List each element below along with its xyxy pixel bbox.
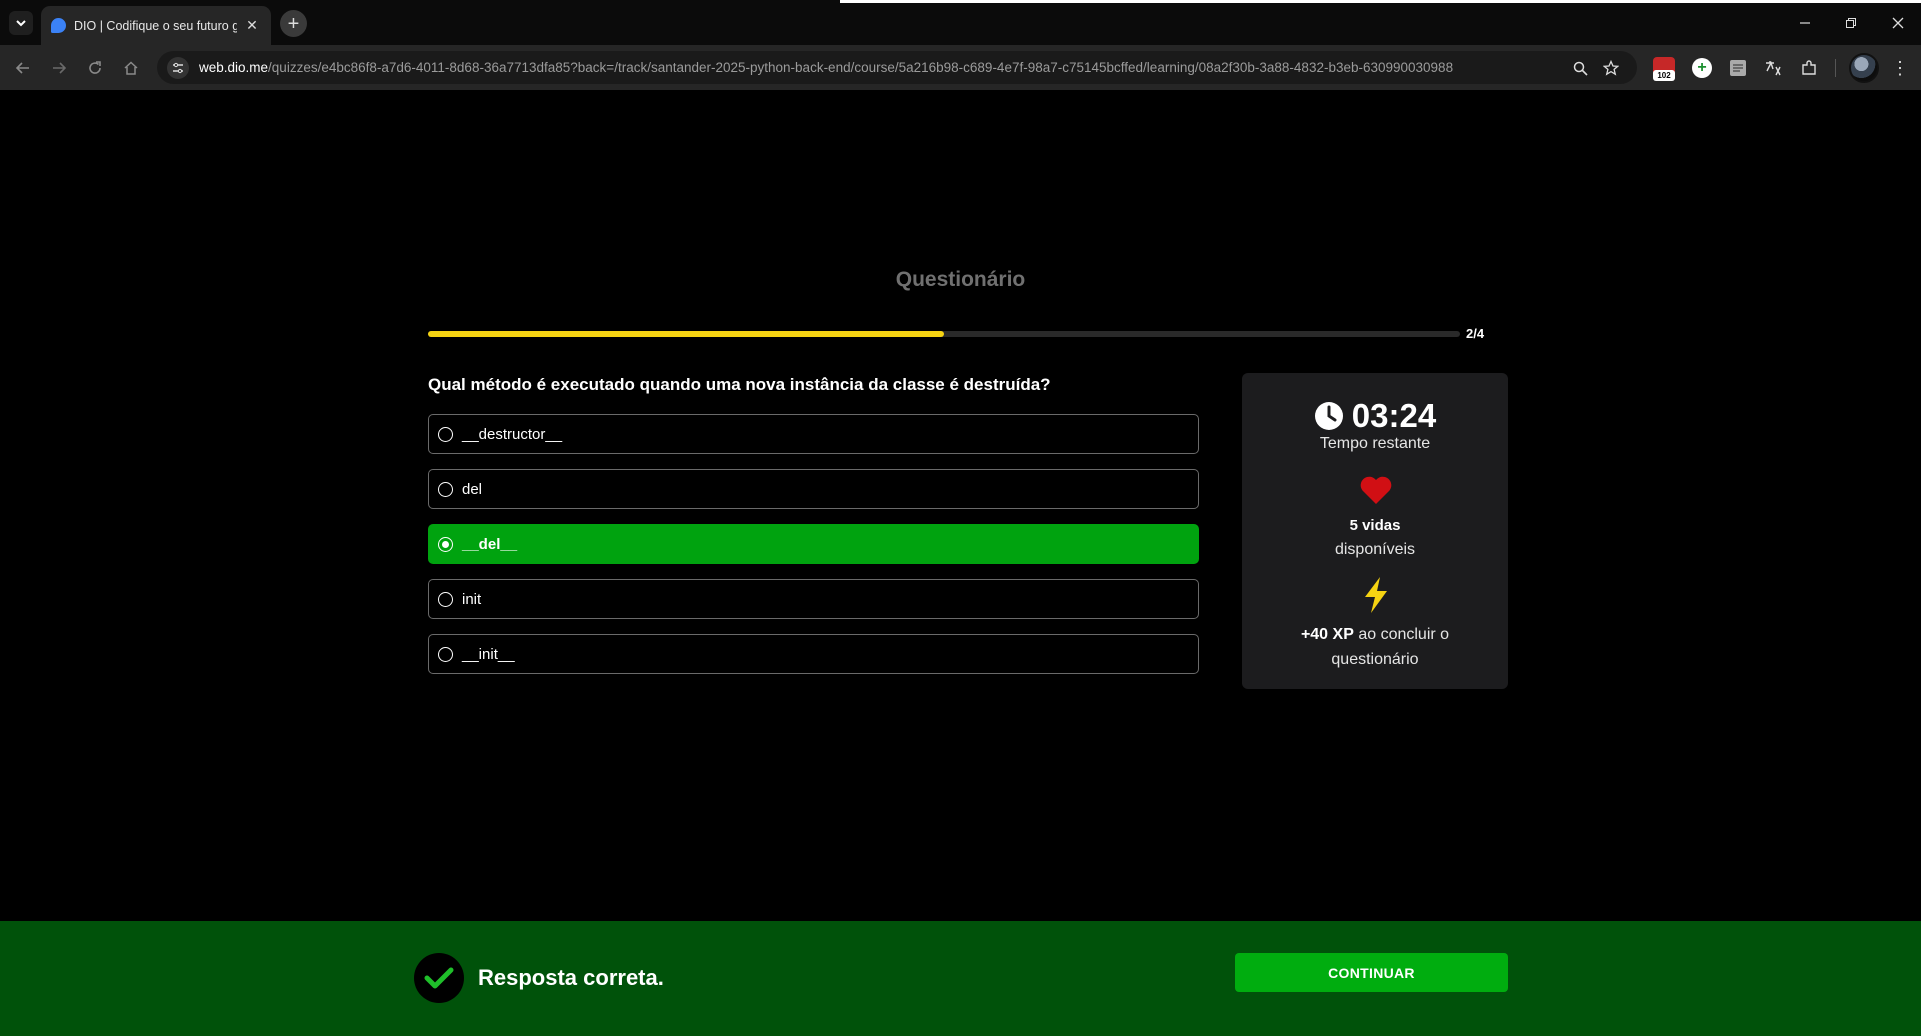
answer-option[interactable]: del (428, 469, 1199, 509)
answer-option-label: __destructor__ (462, 425, 563, 443)
quiz-progress-fill (428, 331, 944, 337)
dio-favicon-icon (51, 18, 66, 33)
extension-badge-count: 102 (1653, 70, 1675, 81)
tab-title: DIO | Codifique o seu futuro gl (74, 18, 237, 33)
extensions-icon[interactable] (1798, 57, 1820, 79)
answer-option-label: __init__ (462, 645, 515, 663)
lives-count: 5 vidas (1349, 517, 1401, 534)
timer-label: Tempo restante (1319, 435, 1431, 452)
xp-amount: +40 XP (1300, 626, 1354, 643)
feedback-message: Resposta correta. (478, 965, 664, 990)
clock-icon (1314, 402, 1343, 430)
close-window-icon[interactable] (1883, 8, 1913, 38)
tab-close-icon[interactable]: ✕ (243, 17, 261, 35)
add-extension-icon[interactable]: + (1692, 58, 1712, 78)
answer-feedback-bar: Resposta correta. CONTINUAR (0, 921, 1921, 1036)
lives-label: disponíveis (1334, 541, 1416, 558)
answer-option[interactable]: __destructor__ (428, 414, 1199, 454)
tab-strip-highlight (840, 0, 1921, 3)
radio-selected-dot (442, 540, 449, 548)
question-text: Qual método é executado quando uma nova … (428, 375, 1051, 394)
page-title: Questionário (895, 268, 1026, 291)
timer-row: 03:24 (1242, 397, 1508, 435)
timer-value: 03:24 (1351, 397, 1437, 434)
browser-toolbar: web.dio.me/quizzes/e4bc86f8-a7d6-4011-8d… (0, 45, 1921, 90)
translate-extension-icon[interactable] (1762, 57, 1784, 79)
site-info-icon[interactable] (167, 56, 189, 79)
url-host: web.dio.me (199, 60, 269, 75)
restore-window-icon[interactable] (1836, 8, 1866, 38)
reload-icon[interactable] (82, 55, 108, 81)
quiz-info-card: 03:24 Tempo restante 5 vidas disponíveis… (1242, 373, 1508, 689)
bookmark-star-icon[interactable] (1601, 58, 1621, 78)
radio-button-icon[interactable] (438, 481, 453, 497)
lightning-bolt-icon (1361, 576, 1391, 614)
answer-option-label: init (462, 590, 482, 608)
heart-icon (1359, 473, 1393, 507)
answer-option[interactable]: __init__ (428, 634, 1199, 674)
back-icon[interactable] (10, 55, 36, 81)
url-text: web.dio.me/quizzes/e4bc86f8-a7d6-4011-8d… (199, 60, 1453, 75)
quiz-page: Questionário 2/4 Qual método é executado… (0, 90, 1921, 1036)
minimize-window-icon[interactable] (1790, 8, 1820, 38)
radio-button-icon[interactable] (438, 591, 453, 607)
radio-button-icon[interactable] (438, 646, 453, 662)
tab-menu-button[interactable] (9, 11, 33, 35)
home-icon[interactable] (118, 55, 144, 81)
answer-option-label: del (462, 480, 483, 498)
answer-options: __destructor__ del __del__ init __init__ (428, 414, 1199, 689)
quiz-progress-label: 2/4 (1466, 326, 1485, 341)
profile-avatar-icon[interactable] (1849, 53, 1879, 83)
menu-dots-icon[interactable]: ⋮ (1889, 55, 1911, 81)
answer-option-selected[interactable]: __del__ (428, 524, 1199, 564)
chevron-down-icon (16, 20, 26, 27)
answer-option[interactable]: init (428, 579, 1199, 619)
new-tab-button[interactable]: + (280, 10, 307, 37)
xp-reward-text: +40 XP ao concluir o questionário (1262, 622, 1488, 672)
checkmark-icon (414, 953, 464, 1003)
address-bar[interactable]: web.dio.me/quizzes/e4bc86f8-a7d6-4011-8d… (157, 51, 1637, 84)
quiz-progress-bar (428, 331, 1460, 337)
toolbar-divider (1835, 59, 1836, 77)
zoom-icon[interactable] (1570, 58, 1590, 78)
notes-extension-icon[interactable] (1727, 57, 1749, 79)
browser-tab-active[interactable]: DIO | Codifique o seu futuro gl ✕ (41, 6, 271, 45)
continue-button[interactable]: CONTINUAR (1235, 953, 1508, 992)
browser-tab-strip: DIO | Codifique o seu futuro gl ✕ + (0, 0, 1921, 45)
answer-option-label: __del__ (462, 535, 518, 553)
url-path: /quizzes/e4bc86f8-a7d6-4011-8d68-36a7713… (268, 60, 1454, 75)
radio-button-icon[interactable] (438, 536, 453, 552)
forward-icon[interactable] (46, 55, 72, 81)
radio-button-icon[interactable] (438, 426, 453, 442)
